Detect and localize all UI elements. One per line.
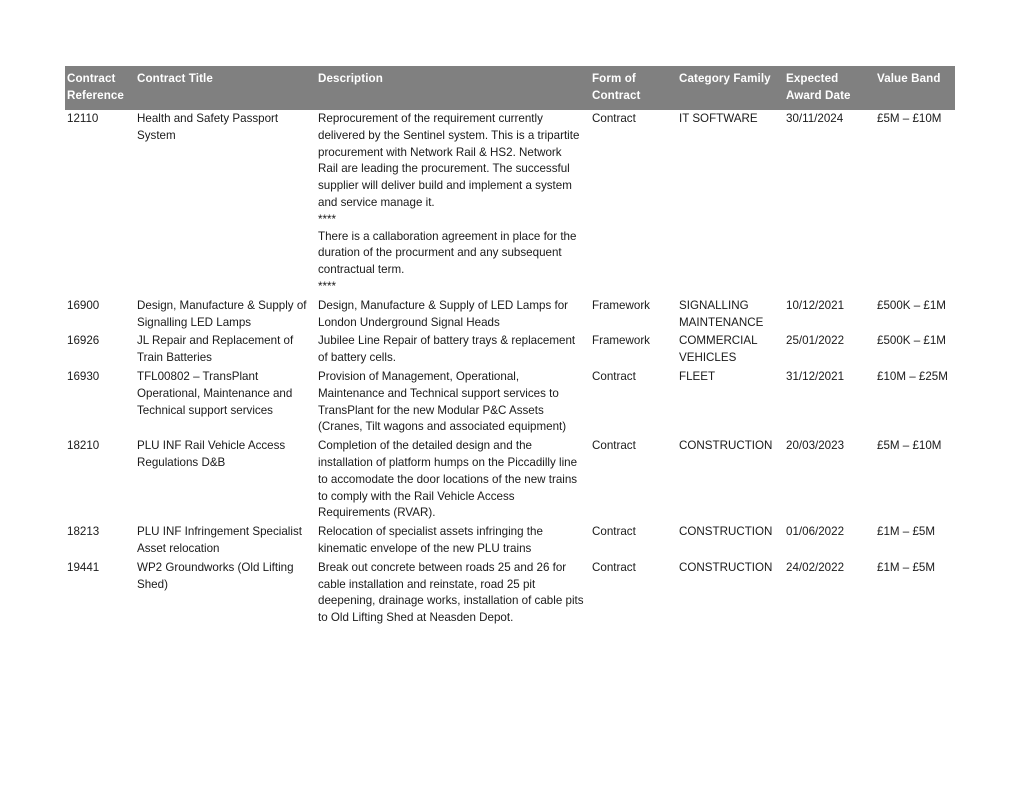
- table-row: 12110 Health and Safety Passport System Re…: [65, 110, 955, 297]
- cell-category_family: IT SOFTWARE: [679, 112, 758, 125]
- table-header: Contract Reference Contract Title Descri…: [65, 66, 955, 110]
- cell-value_band: £5M – £10M: [877, 112, 942, 125]
- cell-expected_award_date: 25/01/2022: [786, 334, 845, 348]
- table-row: 16900 Design, Manufacture & Supply of Sig…: [65, 297, 955, 333]
- cell-expected_award_date: 01/06/2022: [786, 525, 845, 539]
- table-row: 16926 JL Repair and Replacement of Train …: [65, 332, 955, 368]
- cell-form_of_contract: Contract: [592, 369, 636, 383]
- table-row: 18213 PLU INF Infringement Specialist Ass…: [65, 523, 955, 559]
- column-header-contract-reference: Contract Reference: [65, 66, 135, 110]
- cell-description: Break out concrete between roads 25 and …: [318, 560, 584, 625]
- cell-contract_title: Design, Manufacture & Supply of Signalli…: [137, 298, 307, 329]
- cell-form_of_contract: Contract: [592, 112, 636, 125]
- cell-contract_title: PLU INF Infringement Specialist Asset re…: [137, 525, 302, 555]
- cell-value_band: £500K – £1M: [877, 334, 946, 348]
- cell-category_family: COMMERCIAL VEHICLES: [679, 334, 758, 365]
- cell-form_of_contract: Contract: [592, 560, 636, 574]
- cell-expected_award_date: 10/12/2021: [786, 298, 845, 312]
- cell-form_of_contract: Contract: [592, 439, 636, 453]
- column-header-contract-title: Contract Title: [135, 66, 316, 110]
- cell-contract_title: WP2 Groundworks (Old Lifting Shed): [137, 560, 294, 591]
- column-header-expected-award-date: Expected Award Date: [784, 66, 875, 110]
- cell-description: Provision of Management, Operational, Ma…: [318, 369, 567, 434]
- table-body: 12110 Health and Safety Passport System Re…: [65, 110, 955, 628]
- cell-contract_title: JL Repair and Replacement of Train Batte…: [137, 334, 294, 365]
- cell-contract_reference: 18213: [67, 525, 100, 539]
- cell-contract_reference: 16926: [67, 334, 100, 348]
- column-header-form-of-contract: Form of Contract: [590, 66, 677, 110]
- cell-description: Design, Manufacture & Supply of LED Lamp…: [318, 298, 569, 329]
- cell-description: Relocation of specialist assets infringi…: [318, 525, 543, 555]
- cell-category_family: CONSTRUCTION: [679, 560, 773, 574]
- cell-form_of_contract: Framework: [592, 334, 650, 348]
- table-row: 16930 TFL00802 – TransPlant Operational, …: [65, 368, 955, 437]
- cell-expected_award_date: 31/12/2021: [786, 369, 845, 383]
- cell-expected_award_date: 20/03/2023: [786, 439, 845, 453]
- cell-value_band: £10M – £25M: [877, 369, 948, 383]
- table-header-row: Contract Reference Contract Title Descri…: [65, 66, 955, 110]
- cell-category_family: SIGNALLING MAINTENANCE: [679, 298, 764, 329]
- cell-value_band: £5M – £10M: [877, 439, 942, 453]
- cell-contract_reference: 12110: [67, 112, 99, 125]
- cell-category_family: CONSTRUCTION: [679, 439, 773, 453]
- cell-category_family: CONSTRUCTION: [679, 525, 773, 539]
- contracts-table: Contract Reference Contract Title Descri…: [65, 66, 955, 628]
- cell-contract_title: Health and Safety Passport System: [137, 112, 279, 142]
- cell-value_band: £500K – £1M: [877, 298, 946, 312]
- contracts-page: Contract Reference Contract Title Descri…: [65, 66, 955, 628]
- cell-contract_reference: 19441: [67, 560, 100, 574]
- cell-form_of_contract: Framework: [592, 298, 650, 312]
- cell-contract_reference: 16930: [67, 369, 100, 383]
- cell-contract_reference: 16900: [67, 298, 100, 312]
- cell-value_band: £1M – £5M: [877, 560, 935, 574]
- cell-description: Jubilee Line Repair of battery trays & r…: [318, 334, 576, 365]
- cell-category_family: FLEET: [679, 369, 716, 383]
- cell-value_band: £1M – £5M: [877, 525, 935, 539]
- column-header-category-family: Category Family: [677, 66, 784, 110]
- cell-expected_award_date: 24/02/2022: [786, 560, 845, 574]
- column-header-description: Description: [316, 66, 590, 110]
- cell-expected_award_date: 30/11/2024: [786, 112, 844, 125]
- cell-contract_title: TFL00802 – TransPlant Operational, Maint…: [137, 369, 293, 417]
- column-header-value-band: Value Band: [875, 66, 955, 110]
- cell-description: Completion of the detailed design and th…: [318, 439, 578, 520]
- cell-form_of_contract: Contract: [592, 525, 636, 539]
- cell-contract_reference: 18210: [67, 439, 100, 453]
- table-row: 18210 PLU INF Rail Vehicle Access Regulat…: [65, 437, 955, 523]
- table-row: 19441 WP2 Groundworks (Old Lifting Shed) B…: [65, 559, 955, 628]
- cell-contract_title: PLU INF Rail Vehicle Access Regulations …: [137, 439, 286, 469]
- cell-description: Reprocurement of the requirement current…: [318, 112, 580, 293]
